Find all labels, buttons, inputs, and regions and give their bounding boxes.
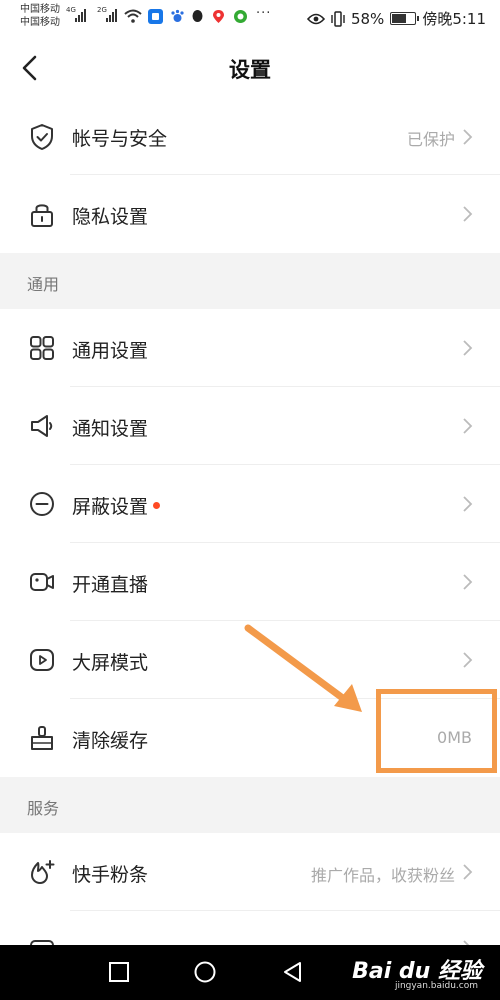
home-icon[interactable] <box>194 961 216 983</box>
settings-row-general[interactable]: 通用设置 <box>0 309 500 387</box>
section-title: 服务 <box>27 799 60 818</box>
row-value: 推广作品，收获粉丝 <box>310 866 455 885</box>
more-notifications: ··· <box>256 6 272 21</box>
speaker-icon <box>31 415 53 437</box>
status-time: 傍晚5:11 <box>422 10 486 28</box>
section-header-general: 通用 <box>0 253 500 309</box>
chevron-right-icon <box>463 574 473 590</box>
back-icon[interactable] <box>282 961 304 983</box>
chevron-right-icon <box>463 864 473 880</box>
row-icon <box>30 940 54 945</box>
chevron-right-icon <box>463 496 473 512</box>
play-icon <box>30 649 54 671</box>
settings-row-notification[interactable]: 通知设置 <box>0 387 500 465</box>
row-value: 已保护 <box>406 130 455 149</box>
carrier-1: 中国移动 <box>20 4 60 15</box>
row-label: 开通直播 <box>72 574 149 596</box>
carrier-2: 中国移动 <box>20 17 60 28</box>
settings-row-block[interactable]: 屏蔽设置 <box>0 465 500 543</box>
row-label: 帐号与安全 <box>72 128 168 150</box>
vibrate-icon <box>331 10 345 27</box>
lock-icon <box>31 204 53 227</box>
page-title: 设置 <box>229 58 271 82</box>
settings-row-privacy[interactable]: 隐私设置 <box>0 175 500 253</box>
fans-icon <box>31 860 55 884</box>
eye-icon <box>306 13 325 24</box>
status-bar: 中国移动 中国移动 4G 2G ··· 58% 傍晚5:11 <box>0 0 500 36</box>
row-label: 快手粉条 <box>72 864 149 886</box>
row-label: 隐私设置 <box>72 206 149 228</box>
top-nav-bar: 设置 <box>0 36 500 100</box>
signal-icon <box>75 9 86 22</box>
settings-row-fans[interactable]: 快手粉条 推广作品，收获粉丝 <box>0 833 500 911</box>
row-label: 通用设置 <box>72 340 149 362</box>
android-navigation-bar: Bai du 经验 jingyan.baidu.com <box>0 945 500 1000</box>
browser-notification-icon <box>234 10 247 23</box>
battery-percent: 58% <box>350 9 385 28</box>
chevron-right-icon <box>463 340 473 356</box>
status-right: 58% 傍晚5:11 <box>306 8 486 29</box>
row-label: 屏蔽设置 <box>72 492 161 519</box>
camera-icon <box>30 573 54 591</box>
annotation-highlight-box <box>376 689 497 773</box>
paw-notification-icon <box>171 9 184 22</box>
wifi-icon <box>124 9 142 23</box>
row-label: 大屏模式 <box>72 652 149 674</box>
new-badge-dot <box>153 502 161 509</box>
row-label: 清除缓存 <box>72 730 149 752</box>
annotation-arrow-icon <box>244 624 362 712</box>
qq-notification-icon <box>192 10 203 22</box>
carrier-info: 中国移动 中国移动 <box>20 3 60 29</box>
settings-row-account-security[interactable]: 帐号与安全 已保护 <box>0 100 500 175</box>
section-header-service: 服务 <box>0 777 500 833</box>
section-title: 通用 <box>27 275 60 294</box>
map-pin-notification-icon <box>213 10 224 23</box>
row-label: 通知设置 <box>72 418 149 440</box>
chevron-right-icon <box>463 652 473 668</box>
settings-row-live[interactable]: 开通直播 <box>0 543 500 621</box>
settings-row-partial[interactable] <box>0 911 500 945</box>
app-notification-icon <box>148 9 163 24</box>
chevron-right-icon <box>463 129 473 145</box>
watermark-url: jingyan.baidu.com <box>394 981 478 991</box>
broom-icon <box>31 726 53 750</box>
signal-icon <box>106 9 117 22</box>
battery-icon <box>390 12 420 25</box>
minus-circle-icon <box>30 492 54 516</box>
chevron-right-icon <box>463 418 473 434</box>
chevron-right-icon <box>463 206 473 222</box>
grid-icon <box>30 336 54 360</box>
recent-apps-icon[interactable] <box>108 961 130 983</box>
shield-icon <box>31 124 53 150</box>
